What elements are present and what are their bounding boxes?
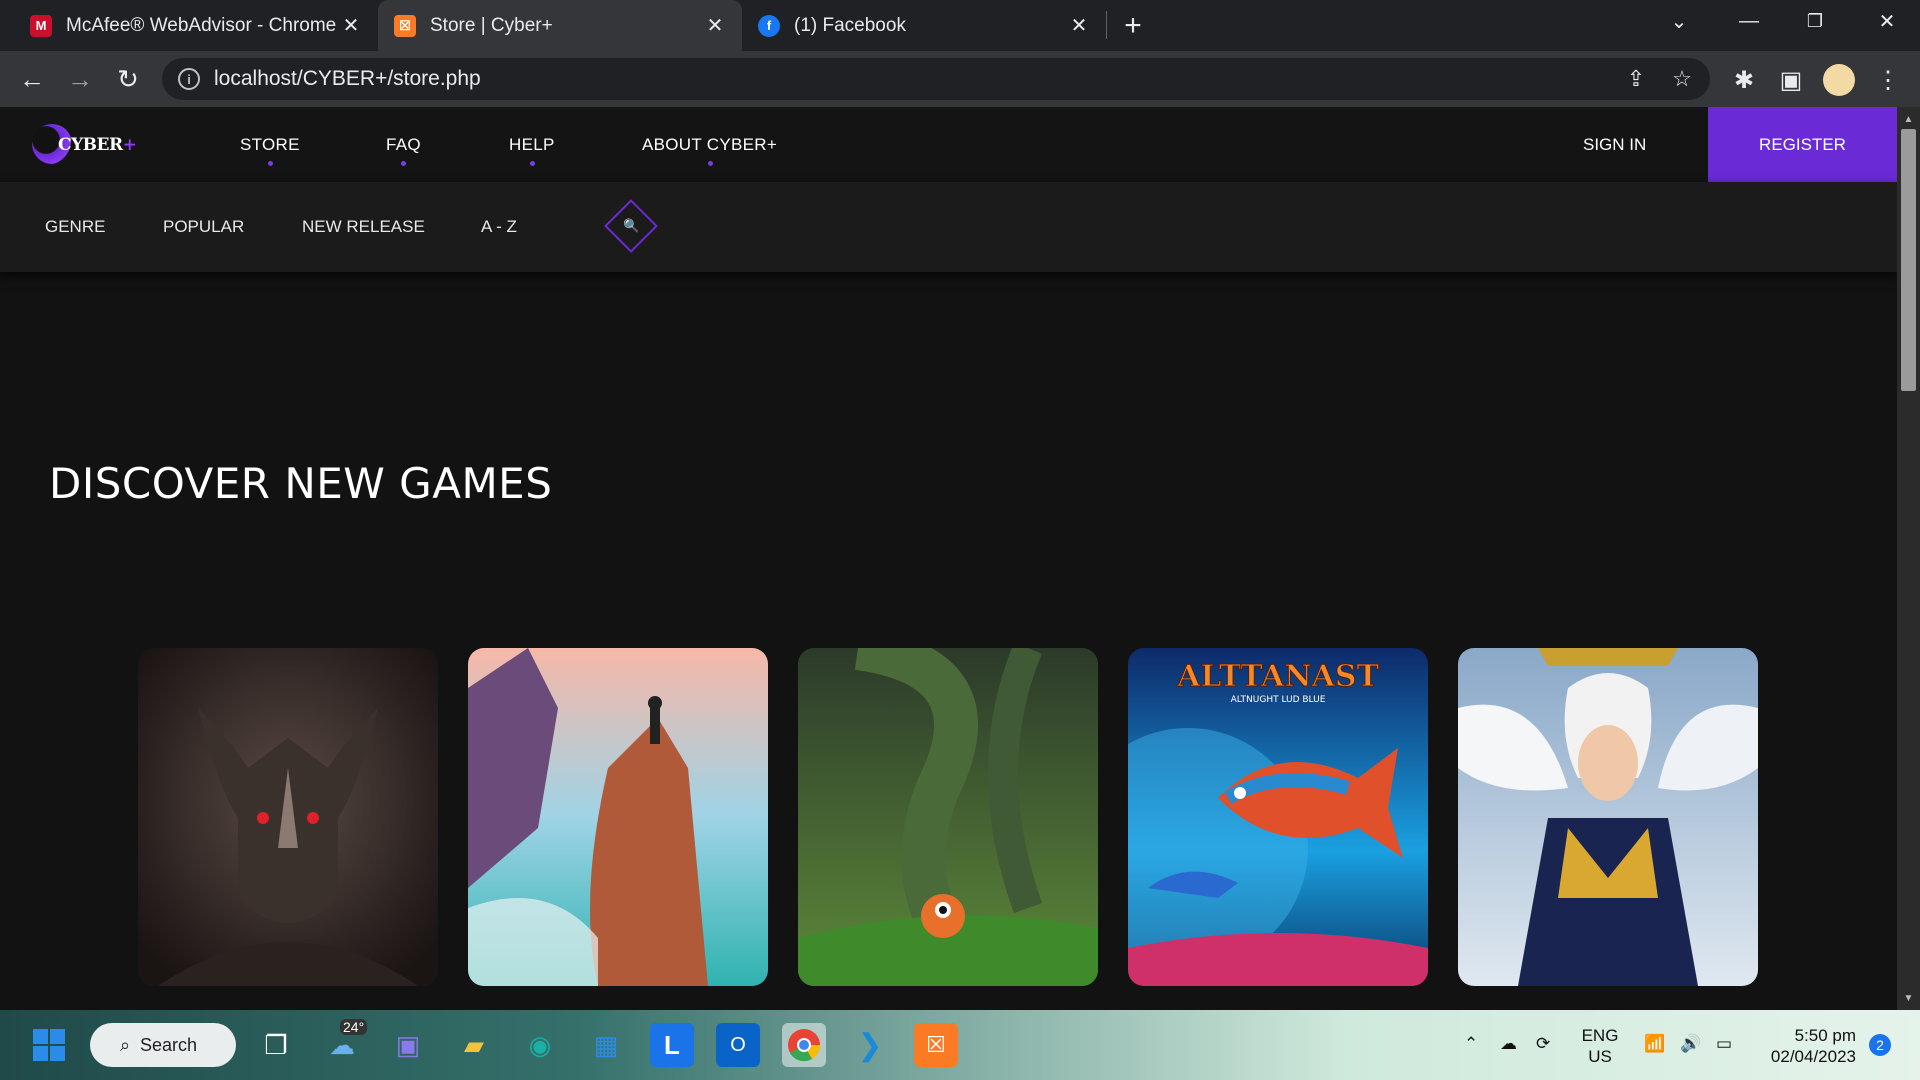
game-card[interactable]	[1458, 648, 1758, 986]
address-bar[interactable]: i localhost/CYBER+/store.php ⇪ ☆	[162, 58, 1710, 100]
sign-in-link[interactable]: SIGN IN	[1583, 107, 1646, 182]
facebook-icon: f	[758, 14, 780, 37]
xampp-icon[interactable]: ☒	[914, 1023, 958, 1067]
mcafee-icon: M	[30, 14, 52, 37]
subnav-new-release[interactable]: NEW RELEASE	[302, 182, 425, 272]
side-panel-icon[interactable]: ▣	[1769, 58, 1813, 102]
logo-text: CYBER+	[58, 135, 137, 155]
volume-icon[interactable]: 🔊	[1680, 1033, 1701, 1054]
tab-facebook[interactable]: f (1) Facebook ✕	[742, 0, 1106, 51]
taskbar-search[interactable]: ⌕ Search	[90, 1023, 236, 1067]
bookmark-star-icon[interactable]: ☆	[1664, 61, 1700, 97]
sync-icon[interactable]: ⟳	[1536, 1033, 1550, 1054]
tab-title: (1) Facebook	[794, 14, 906, 36]
clock[interactable]: 5:50 pm 02/04/2023	[1756, 1025, 1856, 1067]
chrome-icon[interactable]	[782, 1023, 826, 1067]
outlook-icon[interactable]: O	[716, 1023, 760, 1067]
game-art-tentacle-jungle	[798, 648, 1098, 986]
game-card[interactable]	[798, 648, 1098, 986]
clock-date: 02/04/2023	[1770, 1047, 1856, 1066]
weather-widget-icon[interactable]: ☁ 24°	[320, 1019, 368, 1067]
share-icon[interactable]: ⇪	[1618, 61, 1654, 97]
game-art-cliff-traveler	[468, 648, 768, 986]
game-art-winged-knight	[1458, 648, 1758, 986]
app-l-icon[interactable]: L	[650, 1023, 694, 1067]
edge-icon[interactable]: ◉	[518, 1023, 562, 1067]
task-view-icon[interactable]: ❐	[254, 1023, 298, 1067]
game-card[interactable]	[138, 648, 438, 986]
forward-button[interactable]: →	[56, 55, 104, 103]
file-explorer-icon[interactable]: ▰	[452, 1023, 496, 1067]
browser-menu-icon[interactable]: ⋮	[1866, 58, 1910, 102]
game-art-mask-warrior	[138, 648, 438, 986]
browser-tab-strip: M McAfee® WebAdvisor - Chrome ✕ ☒ Store …	[0, 0, 1920, 51]
nav-faq[interactable]: FAQ	[386, 107, 421, 182]
url-text: localhost/CYBER+/store.php	[214, 67, 481, 90]
game-card[interactable]: ALTTANAST ALTNUGHT LUD BLUE	[1128, 648, 1428, 986]
teams-chat-icon[interactable]: ▣	[386, 1023, 430, 1067]
close-tab-icon[interactable]: ✕	[1068, 15, 1090, 37]
nav-dot	[401, 161, 407, 166]
reload-button[interactable]: ↻	[104, 55, 152, 103]
nav-about[interactable]: ABOUT CYBER+	[642, 107, 777, 182]
windows-start-icon[interactable]	[27, 1023, 71, 1067]
site-info-icon[interactable]: i	[178, 68, 200, 90]
game-art-altlantast-fish: ALTTANAST ALTNUGHT LUD BLUE	[1128, 648, 1428, 986]
cyber-logo[interactable]: CYBER+	[32, 121, 137, 167]
register-button[interactable]: REGISTER	[1708, 107, 1897, 182]
xampp-icon: ☒	[394, 14, 416, 37]
battery-icon[interactable]: ▭	[1716, 1033, 1732, 1054]
category-navigation: GENRE POPULAR NEW RELEASE A - Z	[0, 182, 1897, 272]
region-label: US	[1588, 1047, 1612, 1066]
tab-title: McAfee® WebAdvisor - Chrome	[66, 14, 337, 36]
clock-time: 5:50 pm	[1794, 1026, 1856, 1045]
show-hidden-icons-chevron[interactable]: ⌃	[1464, 1033, 1478, 1054]
new-tab-button[interactable]: +	[1113, 0, 1153, 51]
nav-help[interactable]: HELP	[509, 107, 555, 182]
vscode-icon[interactable]: ❯	[848, 1023, 892, 1067]
nav-dot	[529, 161, 535, 166]
game-card[interactable]	[468, 648, 768, 986]
tab-title: Store | Cyber+	[430, 14, 553, 36]
scroll-up-icon[interactable]: ▲	[1897, 109, 1920, 129]
tab-divider	[1106, 11, 1107, 39]
minimize-button[interactable]: —	[1718, 0, 1780, 42]
weather-temp: 24°	[340, 1019, 368, 1035]
nav-dot	[267, 161, 273, 166]
back-button[interactable]: ←	[8, 55, 56, 103]
restore-button[interactable]: ❐	[1784, 0, 1846, 42]
notification-badge[interactable]: 2	[1869, 1034, 1891, 1056]
subnav-popular[interactable]: POPULAR	[163, 182, 244, 272]
nav-store[interactable]: STORE	[240, 107, 300, 182]
extensions-icon[interactable]: ✱	[1722, 58, 1766, 102]
card-title-art: ALTTANAST	[1176, 659, 1380, 694]
language-indicator[interactable]: ENG US	[1580, 1025, 1620, 1067]
page-scrollbar[interactable]: ▲ ▼	[1897, 107, 1920, 1010]
top-navigation: CYBER+ STORE FAQ HELP ABOUT CYBER+ SIGN …	[0, 107, 1897, 182]
search-icon: 🔍	[622, 218, 640, 233]
profile-avatar[interactable]	[1823, 64, 1855, 96]
onedrive-icon[interactable]: ☁	[1500, 1033, 1517, 1054]
language-label: ENG	[1581, 1026, 1619, 1045]
tab-store-cyber[interactable]: ☒ Store | Cyber+ ✕	[378, 0, 742, 51]
wifi-icon[interactable]: 📶	[1644, 1033, 1665, 1054]
nav-dot	[707, 161, 713, 166]
tab-mcafee[interactable]: M McAfee® WebAdvisor - Chrome ✕	[14, 0, 378, 51]
card-subtitle-art: ALTNUGHT LUD BLUE	[1231, 695, 1326, 705]
close-window-button[interactable]: ✕	[1856, 0, 1918, 42]
tab-search-chevron-icon[interactable]: ⌄	[1648, 0, 1710, 42]
page-title: DISCOVER NEW GAMES	[49, 459, 553, 508]
microsoft-store-icon[interactable]: ▦	[584, 1023, 628, 1067]
close-tab-icon[interactable]: ✕	[340, 15, 362, 37]
subnav-genre[interactable]: GENRE	[45, 182, 105, 272]
browser-toolbar: ← → ↻ i localhost/CYBER+/store.php ⇪ ☆	[0, 51, 1920, 107]
taskbar-search-label: Search	[140, 1034, 198, 1055]
close-tab-icon[interactable]: ✕	[704, 15, 726, 37]
scroll-down-icon[interactable]: ▼	[1897, 988, 1920, 1008]
subnav-a-z[interactable]: A - Z	[481, 182, 517, 272]
scrollbar-thumb[interactable]	[1901, 129, 1916, 391]
search-icon: ⌕	[120, 1034, 131, 1055]
